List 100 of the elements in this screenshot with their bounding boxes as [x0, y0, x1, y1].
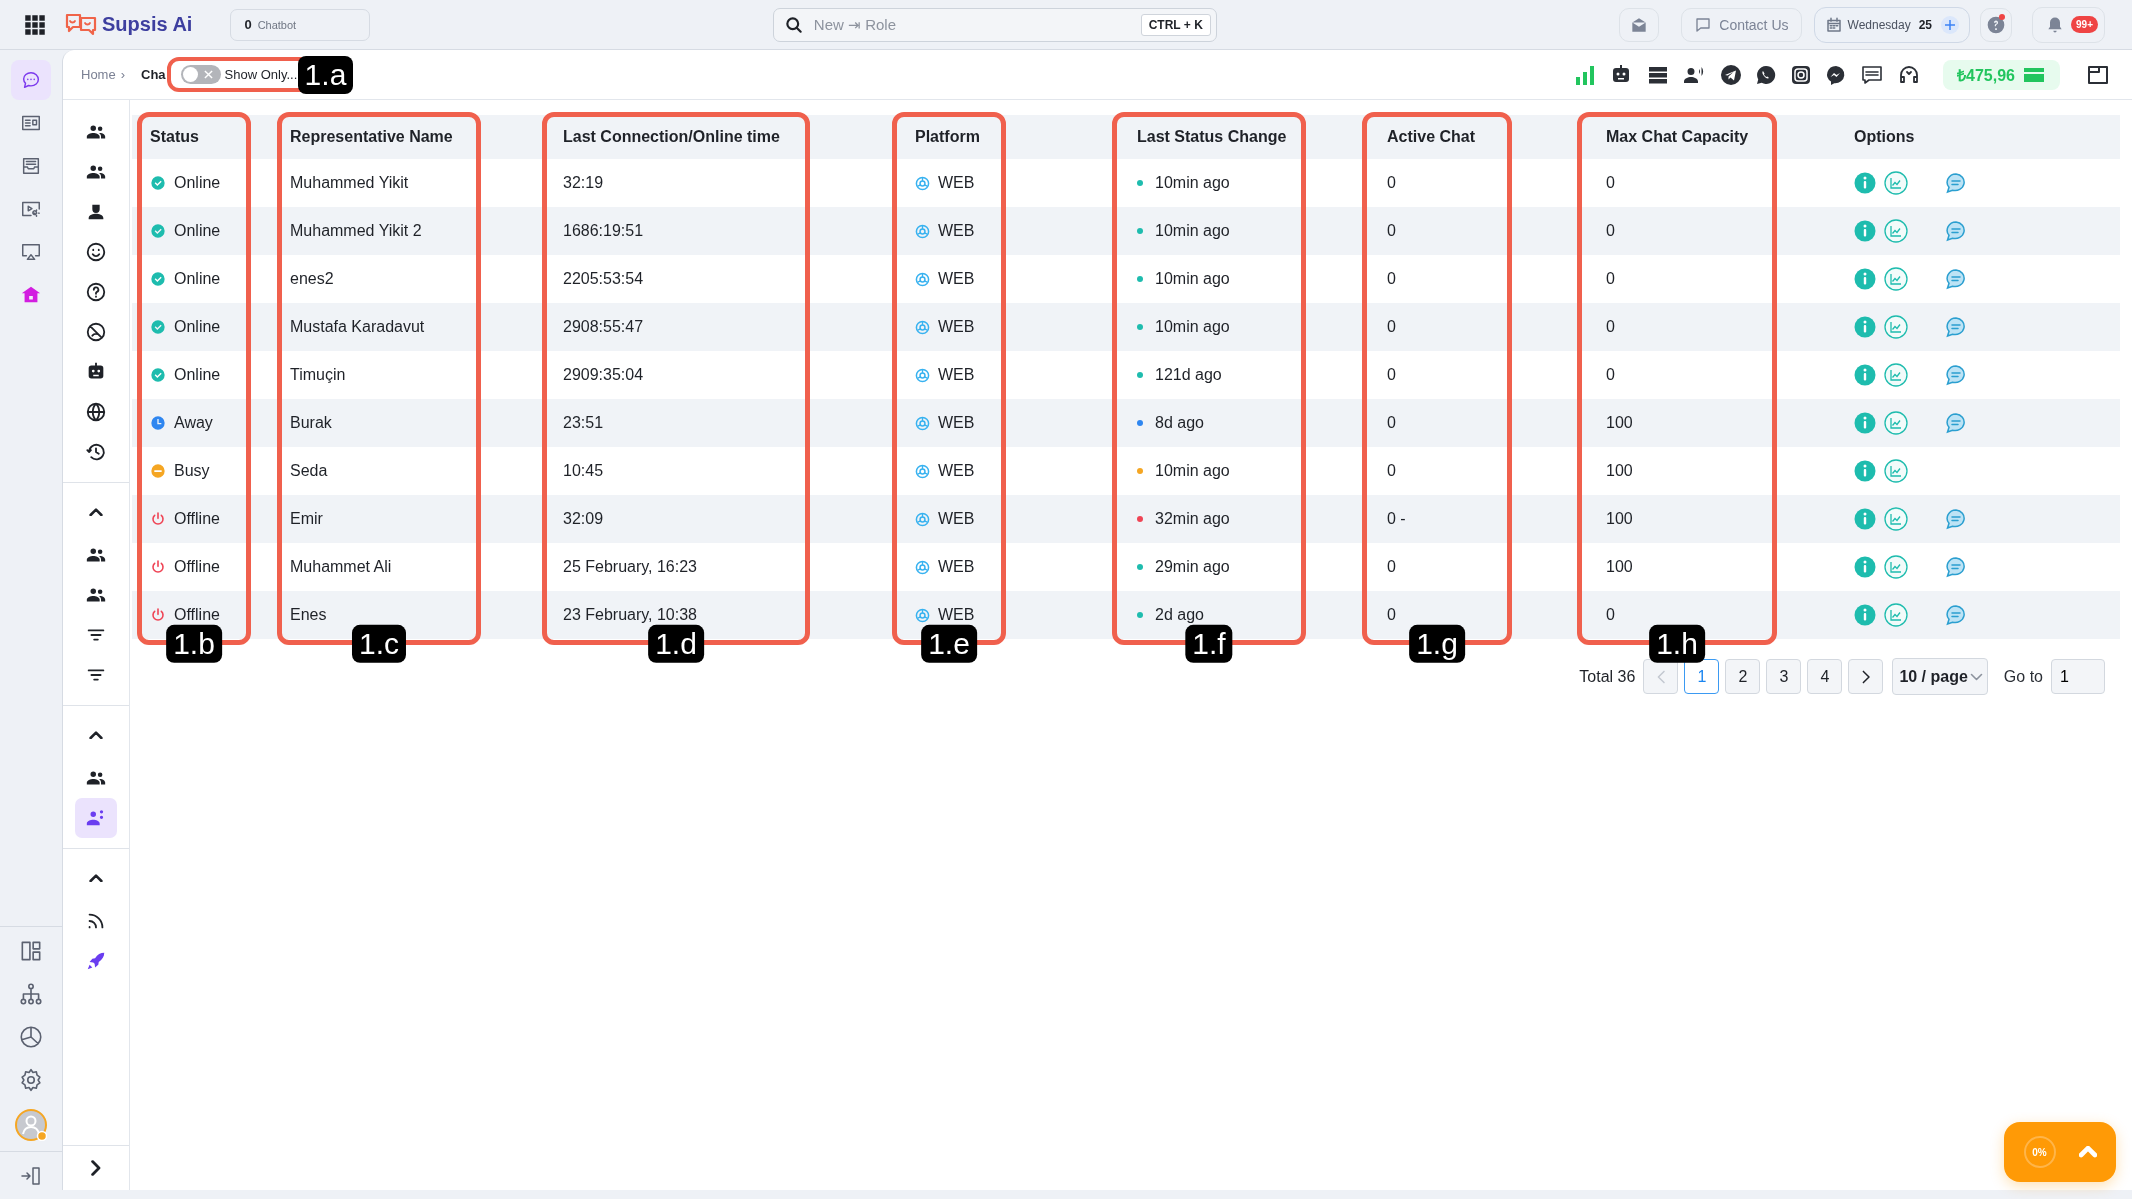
callout-label: 1.f	[1185, 624, 1233, 663]
status-change-time: 10min ago	[1155, 222, 1230, 240]
table-cell: 100	[1572, 495, 1822, 543]
status-label: Online	[174, 222, 221, 240]
chevron-left-icon	[1656, 669, 1666, 684]
chat-icon[interactable]	[1945, 556, 1967, 578]
chevron-up-icon[interactable]	[89, 507, 103, 517]
status-label: Online	[174, 318, 221, 336]
next-page-button[interactable]	[1848, 659, 1884, 694]
web-icon	[915, 511, 930, 527]
callout-label: 1.a	[297, 55, 354, 94]
chatbot-selector[interactable]: 0 Chatbot	[230, 8, 371, 41]
instagram-icon[interactable]	[1790, 63, 1813, 86]
page-button[interactable]: 2	[1725, 659, 1761, 694]
table-cell: 32:09	[537, 495, 887, 543]
goto-label: Go to	[2003, 667, 2043, 686]
previous-page-button[interactable]	[1643, 659, 1679, 694]
callout-label: 1.e	[921, 624, 977, 663]
web-icon	[915, 271, 930, 287]
web-icon	[915, 415, 930, 431]
chevron-up-icon[interactable]	[89, 730, 103, 740]
chat-icon[interactable]	[1945, 172, 1967, 194]
mail-button[interactable]	[1619, 7, 1660, 42]
total-count: Total 36	[1579, 667, 1636, 686]
date-pill[interactable]: Wednesday 25	[1813, 6, 1971, 43]
web-icon	[915, 559, 930, 575]
notifications-button[interactable]: 99+	[2032, 6, 2105, 43]
date-number: 25	[1918, 17, 1933, 32]
chat-icon[interactable]	[1945, 316, 1967, 338]
table-cell: 0	[1572, 303, 1822, 351]
table-cell: 0	[1357, 303, 1572, 351]
brand-name: Supsis Ai	[102, 13, 193, 36]
goto-field[interactable]: 1	[2051, 659, 2105, 694]
chat-icon[interactable]	[11, 60, 51, 100]
search-input[interactable]: New ⇥ Role	[811, 15, 1141, 34]
chat-icon[interactable]	[1945, 268, 1967, 290]
column-header: Representative Name	[272, 115, 537, 159]
platform-label: WEB	[938, 222, 975, 240]
platform-label: WEB	[938, 174, 975, 192]
status-change-time: 10min ago	[1155, 270, 1230, 288]
help-icon	[1986, 14, 2007, 35]
status-label: Offline	[174, 606, 220, 624]
page-size-select[interactable]: 10 / page	[1892, 658, 1988, 695]
caret-icon	[1969, 672, 1983, 681]
breadcrumb-current: Cha	[141, 67, 166, 82]
chat-icon[interactable]	[1945, 412, 1967, 434]
search-field[interactable]: New ⇥ Role CTRL + K	[772, 7, 1217, 42]
status-change-time: 10min ago	[1155, 174, 1230, 192]
toggle-switch[interactable]	[180, 65, 221, 84]
chat-icon[interactable]	[1945, 220, 1967, 242]
table-cell: 0 -	[1357, 495, 1572, 543]
chat-icon[interactable]	[1945, 508, 1967, 530]
status-change-time: 10min ago	[1155, 318, 1230, 336]
platform-label: WEB	[938, 366, 975, 384]
platform-label: WEB	[938, 510, 975, 528]
shortcut-key: CTRL + K	[1140, 13, 1211, 36]
calendar-icon	[1824, 15, 1843, 34]
table-cell: 1686:19:51	[537, 207, 887, 255]
platform-label: WEB	[938, 558, 975, 576]
table-cell: Burak	[272, 399, 537, 447]
status-label: Offline	[174, 510, 220, 528]
whatsapp-icon[interactable]	[1755, 63, 1778, 86]
web-icon	[915, 175, 930, 191]
column-header: Last Status Change	[1107, 115, 1357, 159]
chevron-right-icon[interactable]	[91, 1160, 101, 1176]
chevron-right-icon	[1861, 669, 1871, 684]
status-change-time: 121d ago	[1155, 366, 1222, 384]
platform-label: WEB	[938, 462, 975, 480]
status-change-time: 2d ago	[1155, 606, 1204, 624]
page-button[interactable]: 1	[1684, 659, 1720, 694]
chat-icon[interactable]	[1945, 364, 1967, 386]
table-cell: Muhammed Yikit 2	[272, 207, 537, 255]
status-change-time: 32min ago	[1155, 510, 1230, 528]
telegram-icon[interactable]	[1720, 63, 1743, 86]
status-change-time: 8d ago	[1155, 414, 1204, 432]
table-cell: 0	[1572, 207, 1822, 255]
team-settings-icon[interactable]	[75, 798, 117, 838]
platform-label: WEB	[938, 270, 975, 288]
table-cell: Mustafa Karadavut	[272, 303, 537, 351]
toggle-label: Show Only...	[224, 67, 298, 82]
chat-bubble-icon	[1694, 15, 1713, 34]
web-icon	[915, 319, 930, 335]
callout-label: 1.b	[166, 624, 222, 663]
chevron-up-icon[interactable]	[89, 873, 103, 883]
page-size-value: 10 / page	[1899, 667, 1968, 686]
status-label: Online	[174, 270, 221, 288]
status-label: Online	[174, 366, 221, 384]
balance-amount: ₺475,96	[1957, 65, 2015, 86]
table-cell: 2908:55:47	[537, 303, 887, 351]
help-button[interactable]	[1980, 7, 2013, 42]
page-button[interactable]: 3	[1766, 659, 1802, 694]
table-cell: 0	[1357, 399, 1572, 447]
page-button[interactable]: 4	[1807, 659, 1843, 694]
table-cell: 100	[1572, 399, 1822, 447]
notification-badge: 99+	[2071, 16, 2098, 33]
date-day: Wednesday	[1847, 17, 1911, 32]
web-icon	[915, 607, 930, 623]
chat-icon[interactable]	[1945, 604, 1967, 626]
table-cell: Emir	[272, 495, 537, 543]
breadcrumb-link[interactable]: Home	[81, 67, 116, 82]
